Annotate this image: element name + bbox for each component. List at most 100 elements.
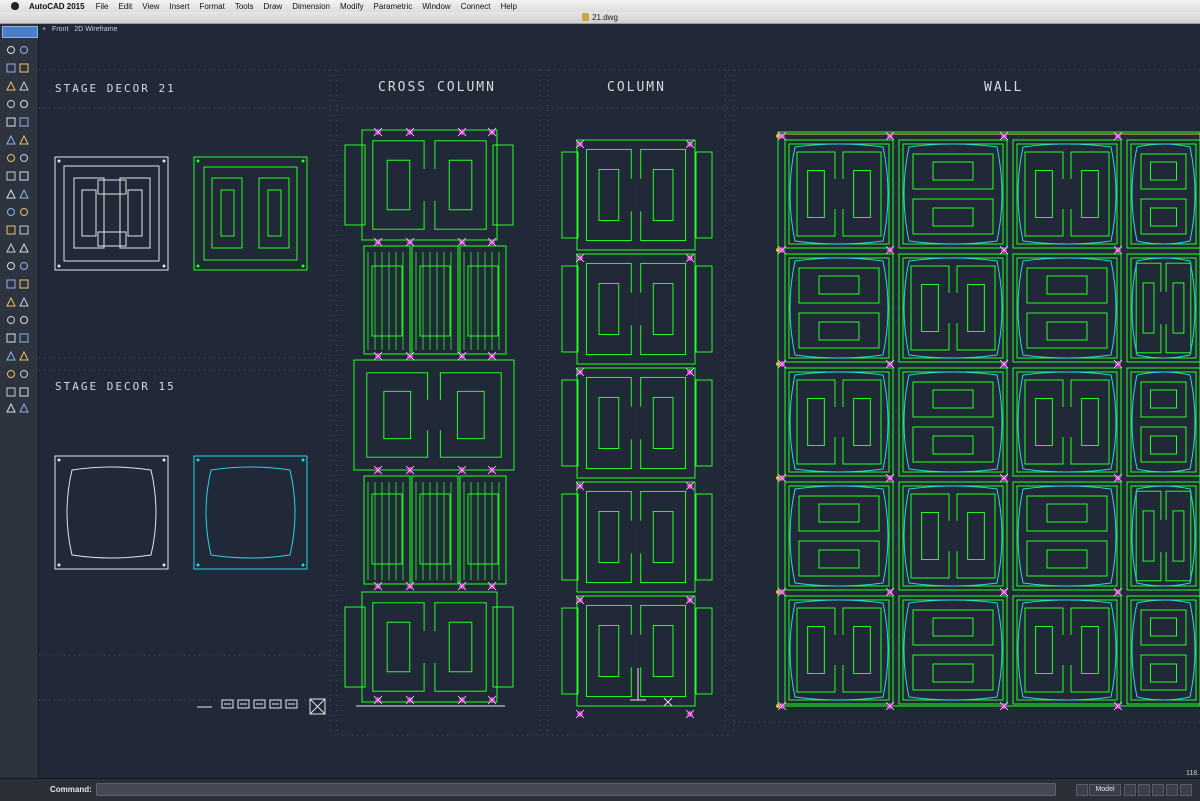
menu-tools[interactable]: Tools [235,2,254,11]
menu-modify[interactable]: Modify [340,2,364,11]
tool-icon[interactable] [6,333,16,343]
tool-icon[interactable] [19,63,29,73]
menu-dimension[interactable]: Dimension [292,2,330,11]
drawing-canvas[interactable]: STAGE DECOR 21 STAGE DECOR 15 CROSS COLU… [39,24,1200,778]
app-name-menu[interactable]: AutoCAD 2015 [29,2,85,11]
tool-icon[interactable] [7,154,15,162]
wall-panel [1012,367,1122,477]
polar-icon[interactable] [1152,784,1164,796]
tool-icon[interactable] [19,402,29,413]
tool-icon[interactable] [6,350,16,361]
tool-icon[interactable] [6,63,16,73]
window-title: 21.dwg [592,13,618,22]
selection-mode-dropdown[interactable] [2,26,38,38]
tool-icon[interactable] [19,296,29,307]
command-input[interactable] [96,783,1056,796]
tool-icon[interactable] [7,370,15,378]
wall-panel [1012,481,1122,591]
decor-tile [1130,485,1197,587]
rounded-frame [789,485,889,587]
menu-window[interactable]: Window [422,2,450,11]
ortho-icon[interactable] [1138,784,1150,796]
title-stage-decor-21: STAGE DECOR 21 [55,82,176,95]
wall-panel [784,595,894,705]
wall-geometry [776,131,1200,711]
snap-icon[interactable] [1124,784,1136,796]
grid-icon[interactable] [1076,784,1088,796]
menu-connect[interactable]: Connect [461,2,491,11]
tool-icon[interactable] [7,316,15,324]
wall-panel [784,367,894,477]
decor-tile [902,485,1004,587]
tool-icon[interactable] [20,208,28,216]
tool-icon-grid[interactable] [0,42,38,422]
tool-icon[interactable] [19,225,29,235]
command-label: Command: [50,785,92,794]
window-titlebar: 21.dwg [0,12,1200,24]
tool-icon[interactable] [7,262,15,270]
tool-icon[interactable] [6,296,16,307]
tool-icon[interactable] [20,262,28,270]
tool-icon[interactable] [19,333,29,343]
lineweight-icon[interactable] [1180,784,1192,796]
tool-palette [0,24,39,778]
menu-edit[interactable]: Edit [118,2,132,11]
tool-icon[interactable] [6,225,16,235]
title-wall: WALL [984,80,1024,95]
rounded-frame [903,143,1003,245]
cross-column-detail [363,245,411,355]
menu-help[interactable]: Help [500,2,516,11]
cross-column-detail [459,245,507,355]
tool-icon[interactable] [6,80,16,91]
decor-tile [788,143,890,245]
tool-icon[interactable] [7,46,15,54]
rounded-frame [1131,485,1196,587]
tool-icon[interactable] [20,100,28,108]
menu-view[interactable]: View [142,2,159,11]
tool-icon[interactable] [19,117,29,127]
tool-icon[interactable] [19,350,29,361]
decor-tile [353,359,515,471]
tool-icon[interactable] [19,279,29,289]
wall-panel [1126,481,1200,591]
wall-panel [1126,139,1200,249]
tool-icon[interactable] [19,80,29,91]
tool-icon[interactable] [20,46,28,54]
tool-icon[interactable] [19,387,29,397]
tool-icon[interactable] [20,154,28,162]
tool-icon[interactable] [6,134,16,145]
apple-icon[interactable] [11,2,19,10]
section-frames [39,69,1200,736]
menu-format[interactable]: Format [199,2,224,11]
model-tab[interactable]: Model [1089,784,1121,796]
tool-icon[interactable] [20,316,28,324]
decor-tile [902,599,1004,701]
tool-icon[interactable] [19,134,29,145]
cross-column-detail [411,475,459,585]
tool-icon[interactable] [6,117,16,127]
tool-icon[interactable] [6,171,16,181]
tool-icon[interactable] [6,402,16,413]
rounded-frame [789,257,889,359]
tool-icon[interactable] [6,188,16,199]
wall-panel [1012,139,1122,249]
menu-draw[interactable]: Draw [264,2,283,11]
menu-file[interactable]: File [96,2,109,11]
tool-icon[interactable] [6,387,16,397]
decor-tile [576,595,696,707]
wall-panel [898,595,1008,705]
decor-tile [1130,143,1197,245]
tool-icon[interactable] [6,242,16,253]
tool-icon[interactable] [20,370,28,378]
menu-parametric[interactable]: Parametric [374,2,413,11]
title-column: COLUMN [607,80,666,95]
tool-icon[interactable] [19,188,29,199]
tool-icon[interactable] [7,100,15,108]
tool-icon[interactable] [19,242,29,253]
rounded-frame [903,599,1003,701]
osnap-icon[interactable] [1166,784,1178,796]
tool-icon[interactable] [7,208,15,216]
menu-insert[interactable]: Insert [169,2,189,11]
tool-icon[interactable] [6,279,16,289]
tool-icon[interactable] [19,171,29,181]
